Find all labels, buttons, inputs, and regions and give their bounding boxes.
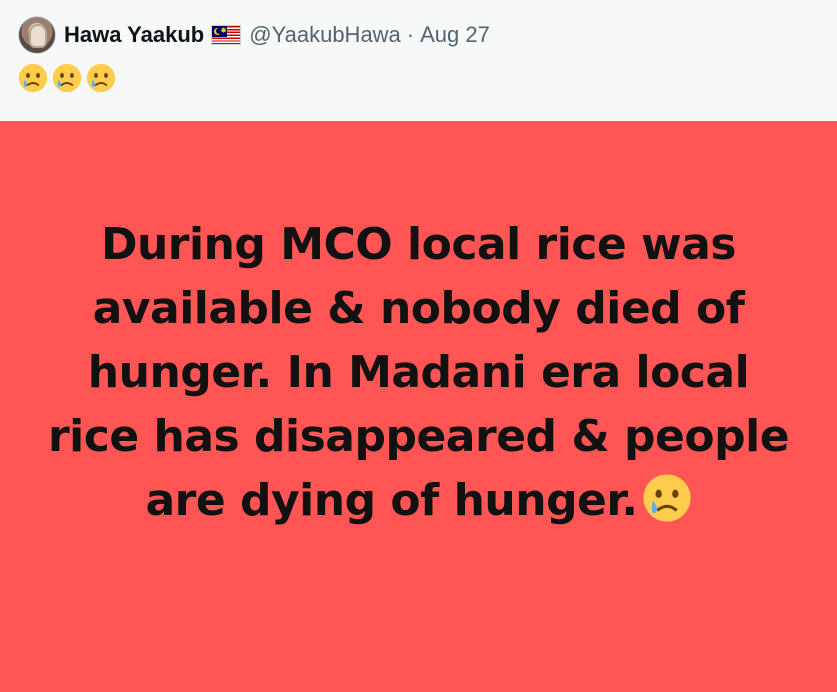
crying-face-emoji	[86, 63, 116, 93]
separator-dot: ·	[406, 22, 415, 47]
media-text: During MCO local rice was available & no…	[40, 213, 797, 533]
author-handle[interactable]: @YaakubHawa	[249, 22, 401, 48]
crying-face-emoji	[52, 63, 82, 93]
tweet-media-image[interactable]: During MCO local rice was available & no…	[0, 121, 837, 692]
flag-star: ✸	[220, 26, 227, 35]
avatar[interactable]	[18, 16, 56, 54]
author-display-name[interactable]: Hawa Yaakub	[64, 22, 204, 48]
tweet-header: Hawa Yaakub ✸ @YaakubHawa · Aug 27	[0, 0, 837, 120]
tweet-text-emojis	[18, 63, 116, 93]
tweet-date[interactable]: Aug 27	[420, 22, 490, 48]
avatar-portrait	[29, 24, 47, 48]
author-row: Hawa Yaakub ✸ @YaakubHawa · Aug 27	[64, 19, 490, 51]
crying-face-emoji	[642, 473, 692, 523]
flag-canton: ✸	[212, 26, 228, 37]
malaysia-flag-icon: ✸	[211, 25, 242, 45]
crying-face-emoji	[18, 63, 48, 93]
